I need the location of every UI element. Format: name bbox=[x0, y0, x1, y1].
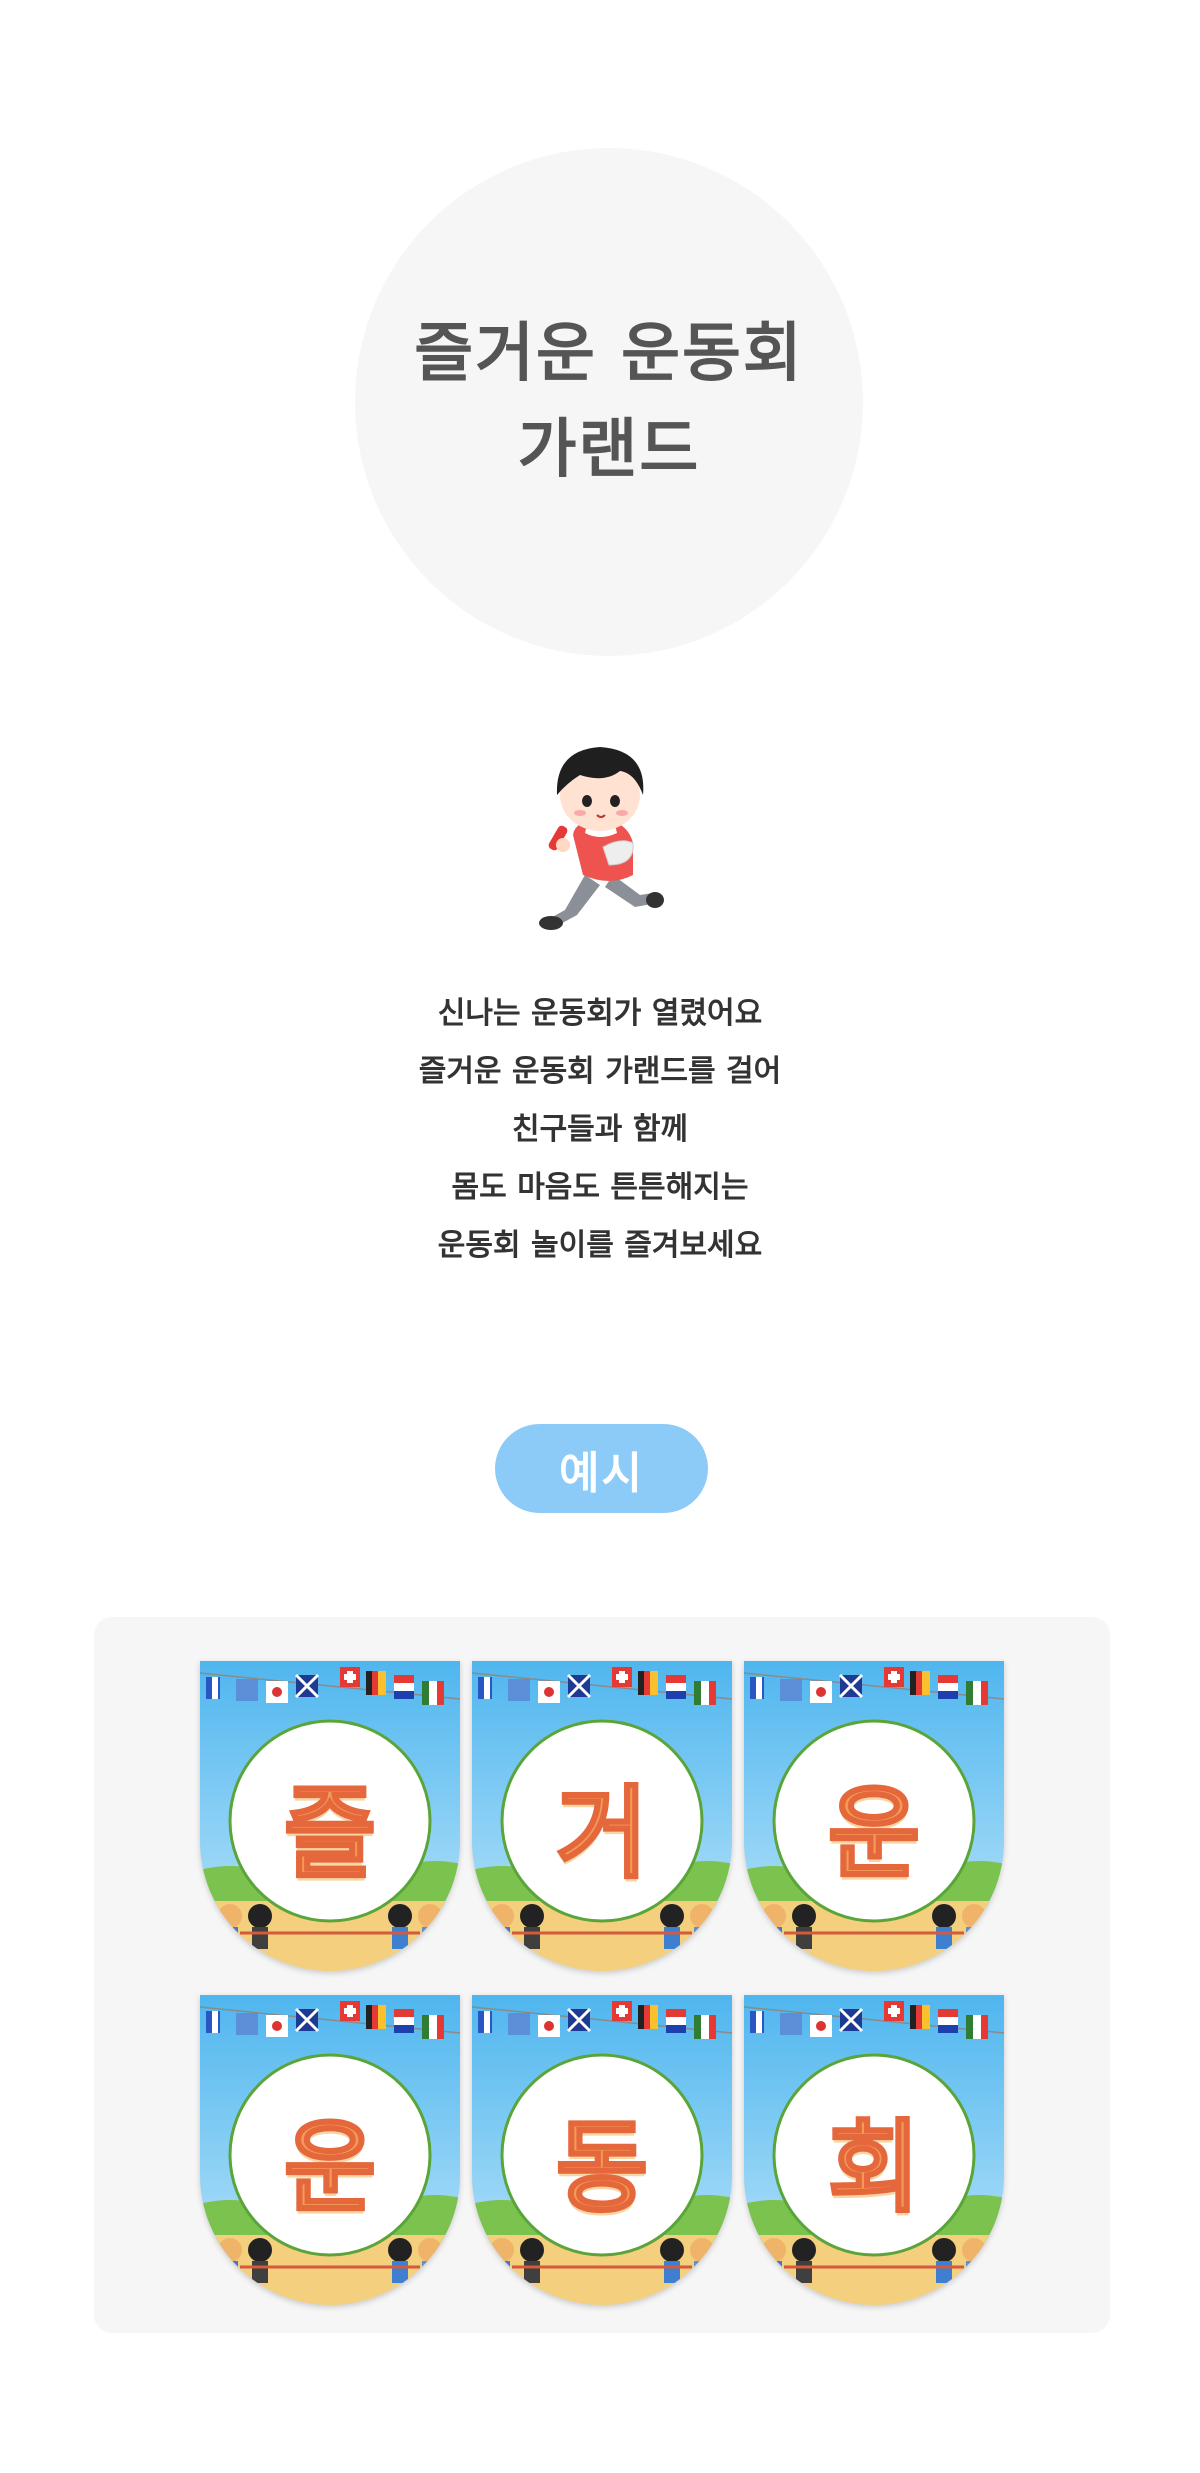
pennant-letter: 즐 bbox=[283, 1773, 378, 1893]
pennant-letter: 회 bbox=[827, 2107, 922, 2227]
example-badge: 예시 bbox=[495, 1424, 708, 1513]
intro-line: 즐거운 운동회 가랜드를 걸어 bbox=[418, 1054, 782, 1089]
pennant-letter: 거 bbox=[555, 1773, 650, 1893]
pennant-card: 동 bbox=[472, 1995, 732, 2305]
pennant-card: 운 bbox=[744, 1661, 1004, 1971]
intro-text: 신나는 운동회가 열렸어요 즐거운 운동회 가랜드를 걸어 친구들과 함께 몸도… bbox=[0, 985, 1200, 1275]
intro-line: 운동회 놀이를 즐겨보세요 bbox=[437, 1228, 763, 1263]
intro-line: 신나는 운동회가 열렸어요 bbox=[437, 996, 763, 1031]
example-panel: 즐 거 운 운 동 회 bbox=[94, 1617, 1110, 2333]
intro-line: 몸도 마음도 튼튼해지는 bbox=[451, 1170, 749, 1205]
pennant-letter: 운 bbox=[827, 1773, 922, 1893]
pennant-card: 운 bbox=[200, 1995, 460, 2305]
hero-circle: 즐거운 운동회 가랜드 bbox=[355, 148, 863, 656]
intro-line: 친구들과 함께 bbox=[511, 1112, 689, 1147]
pennant-letter: 운 bbox=[283, 2107, 378, 2227]
pennant-letter: 동 bbox=[555, 2107, 650, 2227]
pennant-card: 거 bbox=[472, 1661, 732, 1971]
page-title-line-1: 즐거운 운동회 bbox=[414, 317, 804, 391]
pennant-card: 회 bbox=[744, 1995, 1004, 2305]
running-boy-icon bbox=[525, 725, 675, 935]
page-title-line-2: 가랜드 bbox=[517, 413, 701, 487]
pennant-card: 즐 bbox=[200, 1661, 460, 1971]
